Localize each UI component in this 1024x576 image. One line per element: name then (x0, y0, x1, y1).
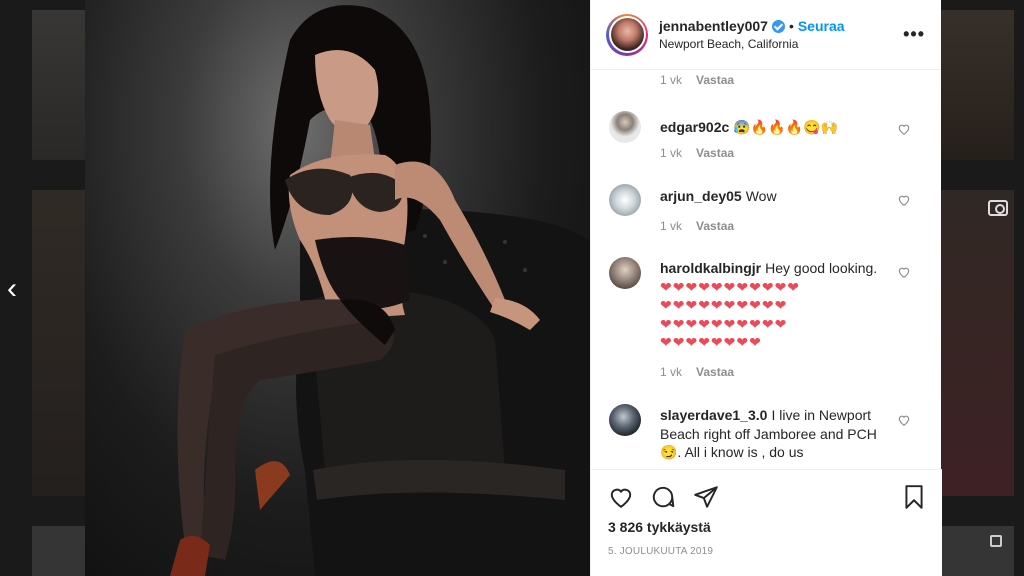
post-header: jennabentley007 • Seuraa Newport Beach, … (591, 0, 941, 70)
comment-username[interactable]: edgar902c (660, 119, 729, 135)
reply-button[interactable]: Vastaa (696, 365, 734, 379)
previous-post-chevron-icon[interactable]: ‹ (0, 274, 24, 308)
comment-time[interactable]: 1 vk (660, 146, 682, 160)
comment-username[interactable]: haroldkalbingjr (660, 260, 761, 276)
comments-list[interactable]: 1 vk Vastaa edgar902c 😰🔥🔥🔥😋🙌 1 vk Vastaa a (591, 71, 942, 469)
comment-body: edgar902c 😰🔥🔥🔥😋🙌 (660, 118, 890, 136)
avatar[interactable] (609, 257, 641, 289)
header-row: jennabentley007 • Seuraa (659, 18, 903, 34)
post-modal: jennabentley007 • Seuraa Newport Beach, … (85, 0, 942, 576)
video-icon (988, 200, 1008, 216)
hearts-emoji-row: ❤❤❤❤❤❤❤❤ (660, 334, 762, 350)
comment-body: haroldkalbingjr Hey good looking. ❤❤❤❤❤❤❤… (660, 259, 890, 352)
comment-time[interactable]: 1 vk (660, 219, 682, 233)
header-text: jennabentley007 • Seuraa Newport Beach, … (659, 18, 903, 51)
comment-meta: 1 vk Vastaa (660, 73, 734, 87)
author-avatar[interactable] (606, 13, 648, 56)
share-direct-icon[interactable] (693, 484, 719, 510)
post-actions: 3 826 tykkäystä 5. JOULUKUUTA 2019 (591, 469, 942, 576)
comment-text: 😰🔥🔥🔥😋🙌 (733, 119, 838, 135)
reply-button[interactable]: Vastaa (696, 73, 734, 87)
like-heart-icon[interactable] (608, 484, 634, 510)
bookmark-icon[interactable] (901, 484, 927, 510)
like-heart-icon[interactable] (897, 413, 911, 427)
reply-button[interactable]: Vastaa (696, 146, 734, 160)
comment-meta: 1 vk Vastaa (660, 146, 734, 160)
avatar[interactable] (609, 184, 641, 216)
comment-icon[interactable] (650, 484, 676, 510)
comment-meta: 1 vk Vastaa (660, 219, 734, 233)
follow-button[interactable]: Seuraa (798, 18, 845, 34)
like-heart-icon[interactable] (897, 193, 911, 207)
post-photo[interactable] (85, 0, 590, 576)
reply-button[interactable]: Vastaa (696, 219, 734, 233)
post-location[interactable]: Newport Beach, California (659, 37, 903, 51)
comment-time[interactable]: 1 vk (660, 73, 682, 87)
hearts-emoji-row: ❤❤❤❤❤❤❤❤❤❤❤ (660, 278, 801, 295)
avatar-border (608, 16, 646, 53)
avatar-image (610, 18, 644, 51)
like-count[interactable]: 3 826 tykkäystä (608, 519, 711, 535)
comment-text: Hey good looking. (765, 260, 878, 276)
comment-body: arjun_dey05 Wow (660, 187, 890, 205)
separator-dot: • (788, 18, 794, 34)
comment-text: Wow (745, 188, 777, 204)
hearts-emoji-row: ❤❤❤❤❤❤❤❤❤❤ (660, 315, 788, 332)
author-username[interactable]: jennabentley007 (659, 18, 768, 34)
comment-username[interactable]: slayerdave1_3.0 (660, 407, 767, 423)
comment-time[interactable]: 1 vk (660, 365, 682, 379)
photo-illustration (170, 5, 590, 576)
hearts-emoji-row: ❤❤❤❤❤❤❤❤❤❤ (660, 297, 788, 313)
comment-username[interactable]: arjun_dey05 (660, 188, 742, 204)
comment-body: slayerdave1_3.0 I live in Newport Beach r… (660, 406, 890, 462)
more-horizontal-icon[interactable]: ••• (903, 24, 925, 45)
verified-badge-icon (771, 19, 785, 33)
comment-meta: 1 vk Vastaa (660, 365, 734, 379)
avatar[interactable] (609, 404, 641, 436)
like-heart-icon[interactable] (897, 265, 911, 279)
like-heart-icon[interactable] (897, 122, 911, 136)
post-date[interactable]: 5. JOULUKUUTA 2019 (608, 546, 713, 557)
post-sidebar: jennabentley007 • Seuraa Newport Beach, … (590, 0, 942, 576)
avatar[interactable] (609, 111, 641, 143)
carousel-icon (990, 535, 1002, 547)
